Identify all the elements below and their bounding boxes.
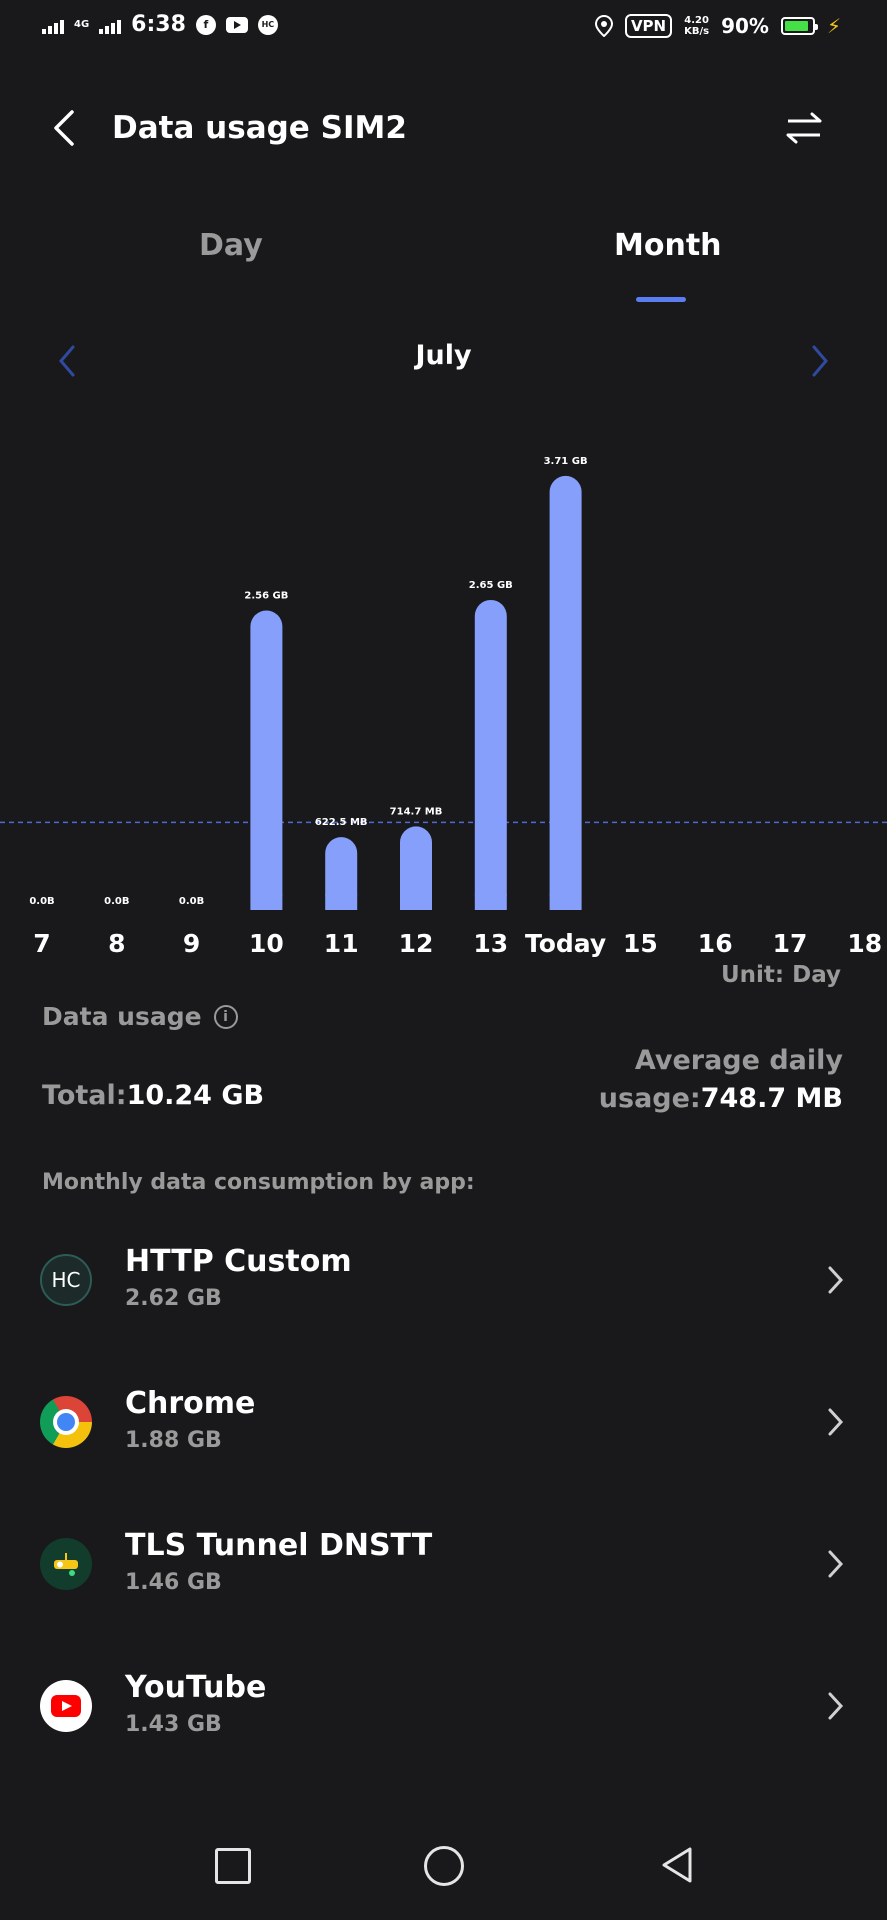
app-size: 1.88 GB xyxy=(125,1428,222,1453)
chart-bar[interactable] xyxy=(474,599,507,910)
next-month-icon[interactable] xyxy=(808,343,832,379)
http-custom-icon: HC xyxy=(257,14,278,35)
chart-bar-base xyxy=(549,894,582,910)
data-usage-chart: 0.0B 7 0.0B 8 0.0B 9 2.56 GB 10 622.5 MB 11 714.7 … xyxy=(0,456,887,958)
battery-icon xyxy=(780,17,818,35)
network-speed-value: 4.20 xyxy=(684,15,709,26)
youtube-icon xyxy=(40,1680,92,1732)
info-icon[interactable]: i xyxy=(213,1004,238,1029)
app-row-tls-tunnel[interactable]: TLS Tunnel DNSTT 1.46 GB xyxy=(0,1494,887,1634)
x-tick-label[interactable]: 8 xyxy=(108,929,125,958)
chevron-right-icon xyxy=(828,1408,844,1436)
http-custom-icon: HC xyxy=(40,1254,92,1306)
unit-label: Unit: Day xyxy=(720,962,841,988)
bar-value-label: 622.5 MB xyxy=(315,817,368,828)
average-label-line1: Average daily xyxy=(634,1045,843,1076)
chart-bar-base xyxy=(400,894,432,910)
monthly-consumption-title: Monthly data consumption by app: xyxy=(42,1170,475,1195)
month-label: July xyxy=(415,340,472,371)
tab-indicator xyxy=(636,297,686,302)
youtube-icon xyxy=(225,16,248,33)
total-usage: Total:10.24 GB xyxy=(42,1080,264,1111)
x-tick-label[interactable]: 16 xyxy=(698,929,733,958)
location-icon xyxy=(594,15,613,37)
chevron-right-icon xyxy=(828,1550,844,1578)
status-bar: 4G 6:38 f HC VPN 4.20 KB/s 90% ⚡ xyxy=(0,0,887,60)
vpn-badge: VPN xyxy=(624,14,673,38)
x-tick-label[interactable]: 9 xyxy=(183,929,200,958)
average-value: 748.7 MB xyxy=(700,1083,843,1114)
x-tick-label[interactable]: 18 xyxy=(847,929,882,958)
bar-value-label: 0.0B xyxy=(104,896,129,907)
chevron-right-icon xyxy=(828,1692,844,1720)
bar-value-label: 0.0B xyxy=(29,896,54,907)
total-value: 10.24 GB xyxy=(126,1080,265,1111)
status-time: 6:38 xyxy=(131,12,186,37)
cell-signal-2-icon xyxy=(99,16,122,34)
bar-value-label: 2.56 GB xyxy=(244,590,288,601)
chart-bar-base xyxy=(474,894,507,910)
app-size: 2.62 GB xyxy=(125,1286,222,1311)
status-bar-right: VPN 4.20 KB/s 90% ⚡ xyxy=(594,14,841,38)
back-arrow-icon[interactable] xyxy=(50,108,78,148)
app-name: TLS Tunnel DNSTT xyxy=(125,1528,433,1563)
data-usage-label: Data usage xyxy=(42,1002,202,1031)
battery-fill xyxy=(784,21,809,31)
battery-percent: 90% xyxy=(721,14,769,38)
bar-value-label: 0.0B xyxy=(179,896,204,907)
recent-apps-button[interactable] xyxy=(215,1848,251,1884)
status-bar-left: 4G 6:38 f HC xyxy=(42,12,278,37)
network-speed-unit: KB/s xyxy=(684,26,710,37)
x-tick-label[interactable]: 17 xyxy=(773,929,808,958)
network-speed: 4.20 KB/s xyxy=(684,15,709,37)
home-button[interactable] xyxy=(424,1846,464,1886)
app-row-youtube[interactable]: YouTube 1.43 GB xyxy=(0,1636,887,1776)
tab-month[interactable]: Month xyxy=(614,228,722,263)
x-tick-label[interactable]: 15 xyxy=(623,929,658,958)
chart-bar[interactable] xyxy=(549,475,582,910)
chevron-right-icon xyxy=(828,1266,844,1294)
app-name: HTTP Custom xyxy=(125,1244,352,1279)
app-name: YouTube xyxy=(125,1670,267,1705)
bar-value-label: 3.71 GB xyxy=(544,456,588,467)
total-label: Total: xyxy=(42,1080,127,1111)
back-button[interactable] xyxy=(660,1846,694,1884)
average-daily-usage: Average daily usage:748.7 MB xyxy=(599,1042,843,1118)
x-tick-label[interactable]: 11 xyxy=(324,929,359,958)
x-tick-label[interactable]: Today xyxy=(525,929,606,958)
tab-day[interactable]: Day xyxy=(199,228,263,263)
facebook-icon: f xyxy=(195,14,216,35)
chart-bar-base xyxy=(250,894,283,910)
page-title: Data usage SIM2 xyxy=(112,110,407,146)
chart-bar-base xyxy=(325,894,358,910)
network-type: 4G xyxy=(74,18,90,30)
bar-value-label: 2.65 GB xyxy=(469,580,513,591)
app-name: Chrome xyxy=(125,1386,256,1421)
x-tick-label[interactable]: 10 xyxy=(249,929,284,958)
bar-value-label: 714.7 MB xyxy=(390,806,443,817)
app-size: 1.46 GB xyxy=(125,1570,222,1595)
x-tick-label[interactable]: 7 xyxy=(33,929,50,958)
x-tick-label[interactable]: 13 xyxy=(473,929,508,958)
charging-icon: ⚡ xyxy=(826,14,841,38)
app-row-chrome[interactable]: Chrome 1.88 GB xyxy=(0,1352,887,1492)
tls-tunnel-icon xyxy=(40,1538,92,1590)
cell-signal-icon xyxy=(42,16,64,34)
chart-bar[interactable] xyxy=(250,610,283,910)
app-row-http-custom[interactable]: HC HTTP Custom 2.62 GB xyxy=(0,1210,887,1350)
app-size: 1.43 GB xyxy=(125,1712,222,1737)
chrome-icon xyxy=(40,1396,92,1448)
average-label-line2: usage: xyxy=(598,1083,701,1114)
x-tick-label[interactable]: 12 xyxy=(399,929,434,958)
data-usage-heading: Data usage i xyxy=(42,1002,238,1031)
switch-sim-icon[interactable] xyxy=(784,112,824,144)
